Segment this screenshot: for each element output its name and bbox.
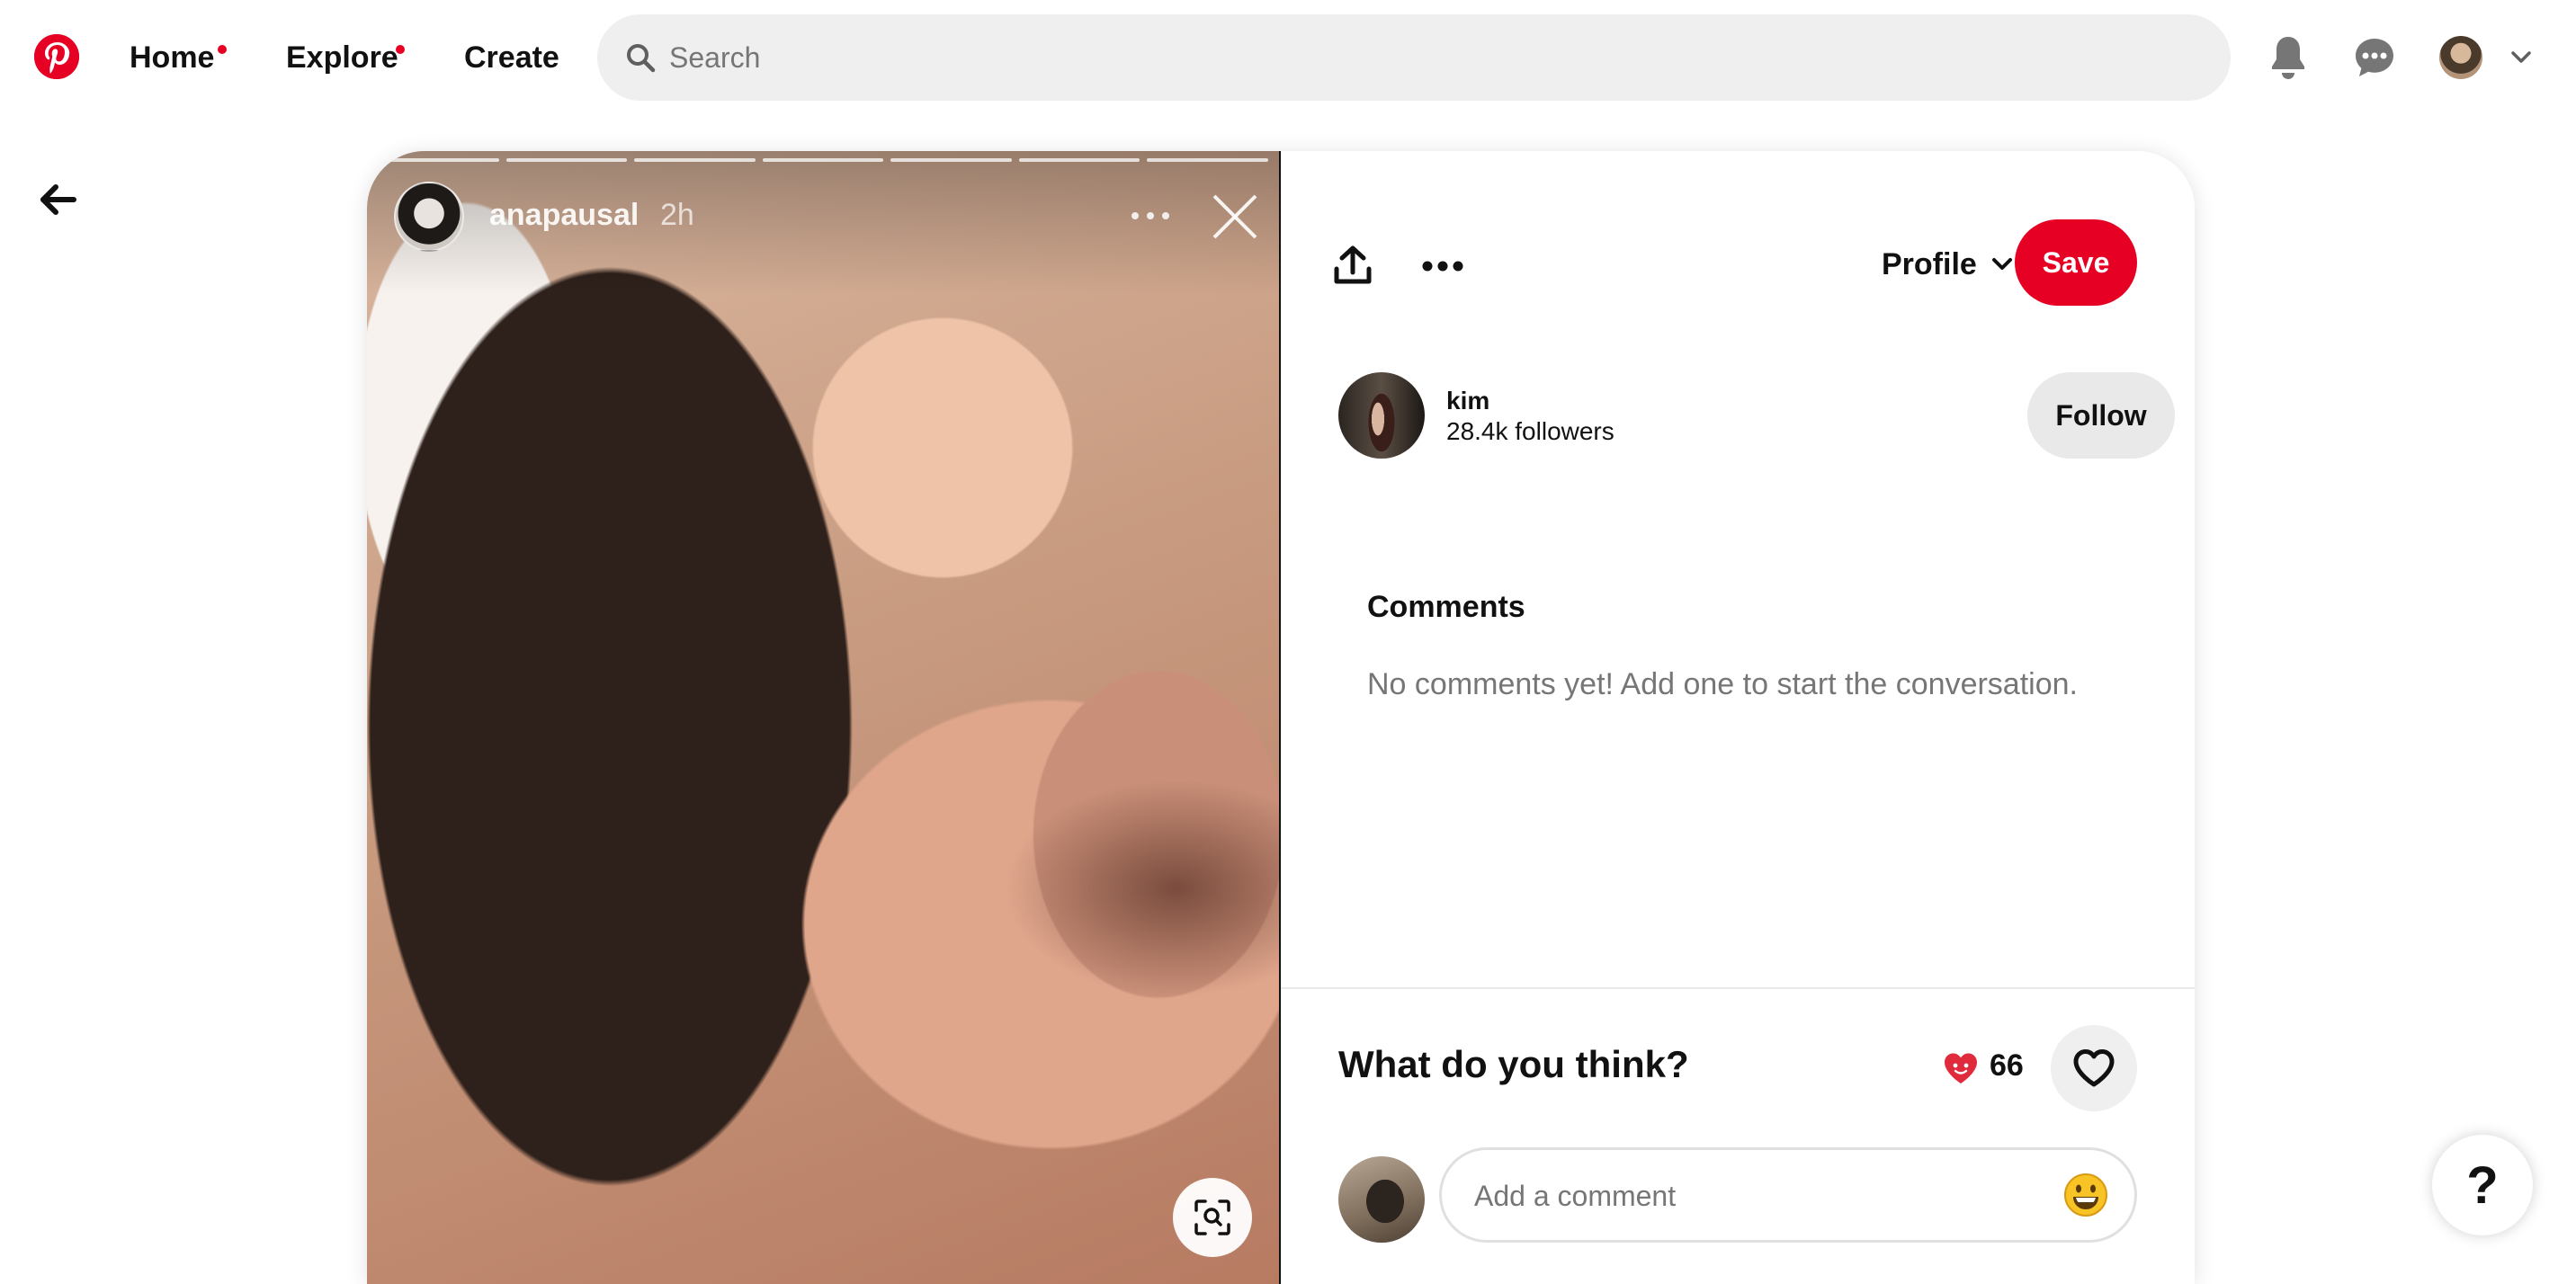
bell-icon — [2272, 37, 2304, 79]
home-notification-dot — [218, 45, 227, 54]
share-button[interactable] — [1324, 237, 1382, 295]
creator-followers: 28.4k followers — [1446, 417, 1614, 445]
share-upload-icon — [1334, 245, 1372, 284]
top-nav: Home Explore Create — [0, 0, 2576, 115]
comment-input[interactable] — [1474, 1173, 2050, 1218]
nav-home-label: Home — [130, 40, 215, 75]
current-user-avatar — [1338, 1156, 1425, 1243]
nav-explore[interactable]: Explore — [286, 31, 398, 85]
story-progress-segment — [634, 158, 756, 162]
reaction-prompt: What do you think? — [1338, 1043, 1689, 1085]
nav-explore-label: Explore — [286, 40, 398, 75]
close-icon — [1212, 194, 1257, 239]
back-arrow-icon[interactable] — [38, 180, 77, 219]
story-progress-segment — [890, 158, 1012, 162]
creator-name[interactable]: kim — [1446, 387, 1489, 415]
comments-empty-state: No comments yet! Add one to start the co… — [1367, 667, 2078, 701]
react-button[interactable] — [2051, 1025, 2137, 1111]
nav-create[interactable]: Create — [464, 31, 559, 85]
chevron-down-icon[interactable] — [2508, 43, 2535, 70]
heart-reaction-icon — [1945, 1053, 1977, 1083]
pinterest-logo-icon[interactable] — [34, 34, 79, 79]
search-icon — [627, 44, 656, 73]
story-username: anapausal — [489, 198, 640, 232]
more-dots-icon — [1422, 261, 1463, 272]
search-input[interactable] — [669, 32, 2198, 83]
save-button[interactable]: Save — [2015, 219, 2137, 306]
user-avatar[interactable] — [2439, 36, 2482, 79]
story-avatar — [394, 182, 464, 252]
heart-outline-icon — [2073, 1049, 2115, 1087]
notifications-button[interactable] — [2261, 31, 2315, 85]
help-button-label: ? — [2466, 1155, 2499, 1215]
story-time: 2h — [660, 198, 694, 232]
story-progress-segment — [1018, 158, 1140, 162]
search-bar[interactable] — [597, 14, 2231, 101]
follow-button-label: Follow — [2055, 398, 2147, 432]
follow-button[interactable]: Follow — [2027, 372, 2175, 459]
pin-details-panel: Profile Save kim 28.4k followers Follow … — [1281, 151, 2195, 1284]
pin-image[interactable]: anapausal 2h — [367, 151, 1281, 1284]
divider — [1281, 987, 2195, 989]
more-dots-icon — [1131, 212, 1169, 219]
nav-create-label: Create — [464, 40, 559, 75]
story-progress-segment — [505, 158, 628, 162]
board-select[interactable]: Profile — [1882, 239, 2015, 290]
save-button-label: Save — [2042, 245, 2110, 279]
comments-heading: Comments — [1367, 590, 1525, 624]
story-progress-segment — [1147, 158, 1269, 162]
creator-avatar[interactable] — [1338, 372, 1425, 459]
reaction-count: 66 — [1990, 1048, 2024, 1083]
visual-search-button[interactable] — [1173, 1178, 1252, 1257]
messages-button[interactable] — [2348, 31, 2402, 85]
explore-notification-dot — [396, 45, 405, 54]
story-progress — [378, 158, 1269, 164]
story-progress-segment — [762, 158, 884, 162]
chevron-down-icon — [1991, 258, 2012, 270]
board-select-label: Profile — [1882, 246, 1977, 281]
more-options-button[interactable] — [1414, 245, 1471, 288]
emoji-icon[interactable] — [2062, 1172, 2109, 1218]
comment-box[interactable] — [1439, 1147, 2137, 1243]
visual-search-icon — [1194, 1199, 1230, 1235]
chat-bubble-icon — [2356, 39, 2393, 76]
story-progress-segment — [378, 158, 499, 162]
nav-home[interactable]: Home — [130, 31, 214, 85]
help-button[interactable]: ? — [2432, 1135, 2533, 1235]
pin-closeup-card: anapausal 2h Profile Save kim 28.4k foll… — [367, 151, 2195, 1284]
